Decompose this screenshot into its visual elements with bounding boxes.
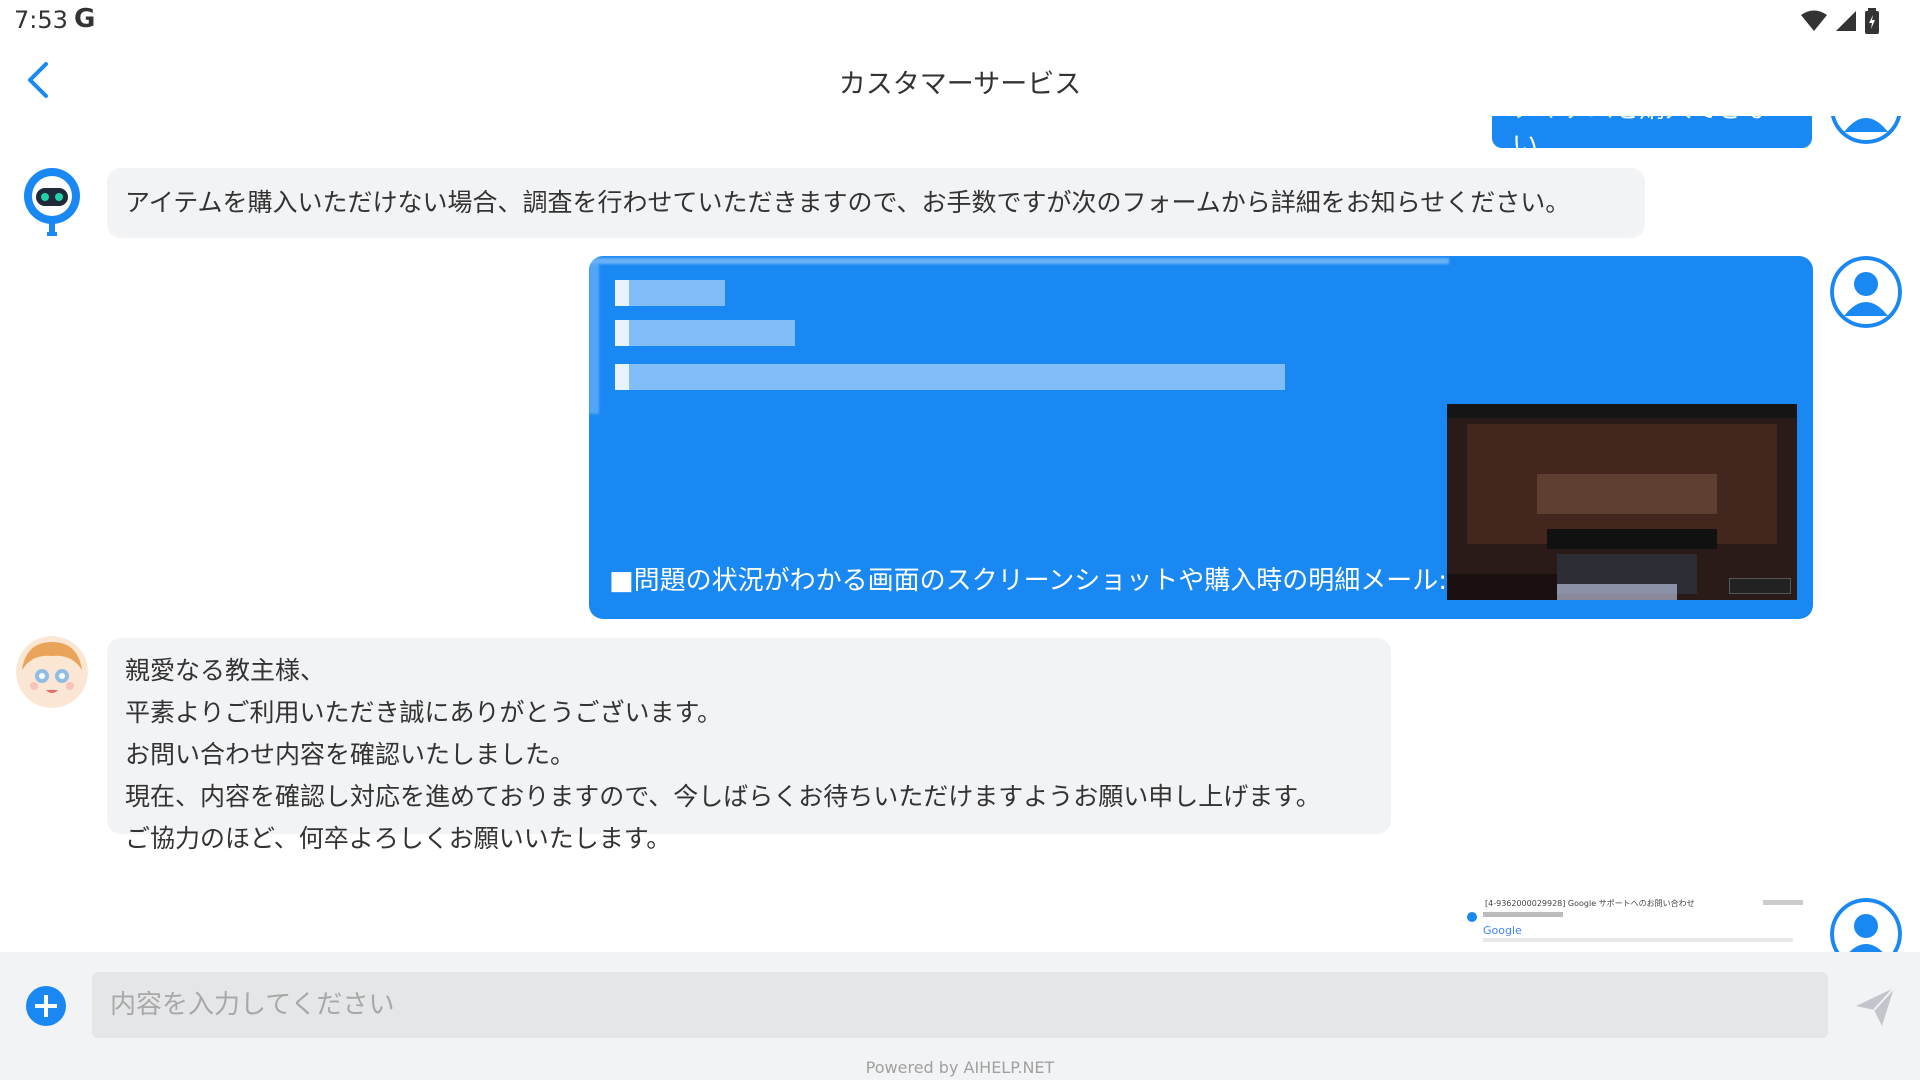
character-avatar-icon <box>16 636 88 708</box>
user-message-text: アイテムを購入できない <box>1512 116 1769 148</box>
user-icon <box>1830 898 1902 952</box>
divider <box>1483 938 1793 942</box>
input-bar: Powered by AIHELP.NET <box>0 952 1920 1080</box>
message-input[interactable] <box>92 972 1828 1038</box>
agent-message-line: 現在、内容を確認し対応を進めておりますので、今しばらくお待ちいただけますようお願… <box>125 782 1321 811</box>
chat-area[interactable]: アイテムを購入できない アイテムを購入いただけない場合、調査を行わせていただきま <box>0 116 1920 952</box>
user-message-bubble: アイテムを購入できない <box>1492 116 1812 148</box>
pixelated-content <box>615 364 1285 390</box>
send-button[interactable] <box>1852 984 1898 1030</box>
app-window: 7:53 G カスタマーサービス アイテムを購入で <box>0 0 1920 1080</box>
pixelated-content <box>589 258 1449 264</box>
plus-circle-icon <box>26 986 66 1026</box>
agent-message-line: 平素よりご利用いただき誠にありがとうございます。 <box>125 698 723 727</box>
form-field-label: ■問題の状況がわかる画面のスクリーンショットや購入時の明細メール: <box>609 566 1448 596</box>
powered-by-footer: Powered by AIHELP.NET <box>865 1058 1055 1077</box>
agent-message-bubble: 親愛なる教主様、 平素よりご利用いただき誠にありがとうございます。 お問い合わせ… <box>107 638 1391 853</box>
status-bar: 7:53 G <box>0 0 1920 44</box>
user-icon <box>1830 256 1902 328</box>
sender-avatar-icon <box>1467 912 1477 922</box>
bot-message-text: アイテムを購入いただけない場合、調査を行わせていただきますので、お手数ですが次の… <box>125 188 1571 217</box>
google-icon: G <box>74 4 96 34</box>
signal-icon <box>1836 11 1856 31</box>
user-avatar <box>1830 116 1902 144</box>
user-avatar <box>1830 256 1902 328</box>
robot-icon <box>24 168 80 236</box>
pixelated-content <box>615 280 629 306</box>
wifi-icon <box>1801 10 1827 31</box>
bot-message-bubble: アイテムを購入いただけない場合、調査を行わせていただきますので、お手数ですが次の… <box>107 168 1645 238</box>
pixelated-content <box>615 280 725 306</box>
user-icon <box>1830 116 1902 144</box>
pixelated-content <box>615 364 629 390</box>
sender-line <box>1483 912 1563 917</box>
email-screenshot-thumbnail[interactable]: [4-9362000029928] Google サポートへのお問い合わせ Go… <box>1463 896 1813 952</box>
header-bar: カスタマーサービス <box>0 44 1920 116</box>
agent-avatar <box>16 636 88 708</box>
battery-icon <box>1865 8 1879 34</box>
toolbar-icons <box>1763 900 1803 905</box>
user-avatar <box>1830 898 1902 952</box>
screenshot-thumbnail[interactable] <box>1447 404 1797 600</box>
status-time: 7:53 <box>14 6 68 34</box>
email-subject: [4-9362000029928] Google サポートへのお問い合わせ <box>1485 899 1695 908</box>
add-attachment-button[interactable] <box>24 984 68 1028</box>
pixelated-content <box>615 320 795 346</box>
bot-avatar <box>16 166 88 238</box>
user-form-message-bubble: ■問題の状況がわかる画面のスクリーンショットや購入時の明細メール: <box>589 256 1813 619</box>
page-title: カスタマーサービス <box>838 69 1082 100</box>
agent-message-line: ご協力のほど、何卒よろしくお願いいたします。 <box>125 824 672 853</box>
pixelated-content <box>589 264 599 414</box>
send-icon <box>1856 987 1895 1026</box>
pixelated-content <box>615 320 629 346</box>
agent-message-line: 親愛なる教主様、 <box>125 656 326 685</box>
agent-message-line: お問い合わせ内容を確認いたしました。 <box>125 740 576 769</box>
google-logo: Google <box>1483 924 1522 937</box>
status-icons <box>1800 8 1880 34</box>
